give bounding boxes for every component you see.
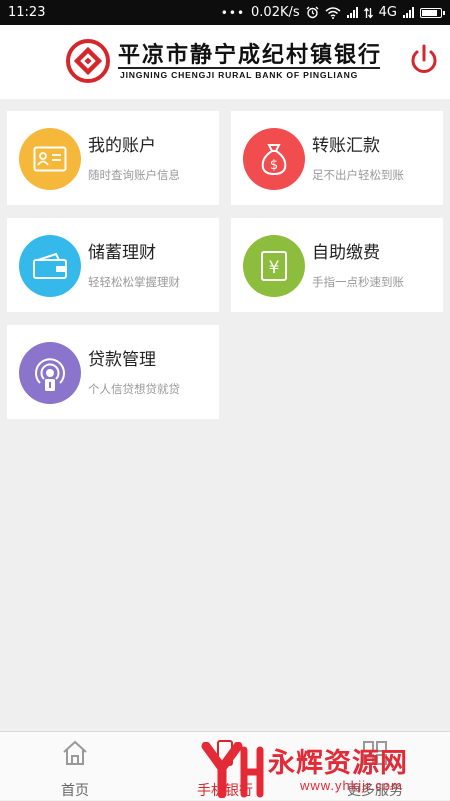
tile-self-payment[interactable]: ¥ 自助缴费 手指一点秒速到账 [231,218,443,312]
wifi-icon [325,6,341,19]
watermark-url: www.yhkjjr.com [300,778,403,793]
svg-text:¥: ¥ [269,258,280,278]
tile-title: 我的账户 [88,136,156,156]
status-bar: 11:23 ••• 0.02K/s 4G [0,0,450,25]
alarm-clock-icon [306,6,319,19]
home-icon [63,740,87,765]
status-indicators: ••• 0.02K/s 4G [220,5,445,20]
bank-name-en: JINGNING CHENGJI RURAL BANK OF PINGLIANG [120,70,359,80]
tile-subtitle: 轻轻松松掌握理财 [88,275,180,289]
tile-title: 储蓄理财 [88,243,156,263]
watermark-logo-icon [201,742,264,798]
id-card-icon [19,128,81,190]
tile-title: 贷款管理 [88,350,156,370]
tile-savings[interactable]: 储蓄理财 轻轻松松掌握理财 [7,218,219,312]
signal-strength-icon [346,7,358,18]
tile-subtitle: 手指一点秒速到账 [312,275,404,289]
money-bag-icon: $ [243,128,305,190]
network-type: 4G [378,5,397,20]
bank-logo-icon [66,39,110,83]
wallet-icon [19,235,81,297]
tile-transfer[interactable]: $ 转账汇款 足不出户轻松到账 [231,111,443,205]
app-header: 平凉市静宁成纪村镇银行 JINGNING CHENGJI RURAL BANK … [0,25,450,99]
tile-subtitle: 个人信贷想贷就贷 [88,382,180,396]
network-speed: 0.02K/s [251,5,300,20]
notification-dots: ••• [220,5,246,20]
bank-name-cn: 平凉市静宁成纪村镇银行 [118,42,383,68]
header-divider [118,67,380,69]
tile-loan-management[interactable]: 贷款管理 个人信贷想贷就贷 [7,325,219,419]
tile-title: 自助缴费 [312,243,380,263]
tile-subtitle: 随时查询账户信息 [88,168,180,182]
tile-title: 转账汇款 [312,136,380,156]
status-time: 11:23 [8,5,46,20]
power-icon[interactable] [408,43,440,77]
signal-podcast-icon [19,342,81,404]
battery-icon [420,7,445,18]
tile-my-account[interactable]: 我的账户 随时查询账户信息 [7,111,219,205]
data-transfer-icon [363,6,373,19]
yen-bill-icon: ¥ [243,235,305,297]
watermark-text: 永辉资源网 [268,748,408,779]
signal-strength-icon-2 [403,7,414,18]
svg-text:$: $ [270,158,278,173]
nav-label: 首页 [61,783,89,799]
nav-home[interactable]: 首页 [0,732,150,801]
tile-subtitle: 足不出户轻松到账 [312,168,404,182]
